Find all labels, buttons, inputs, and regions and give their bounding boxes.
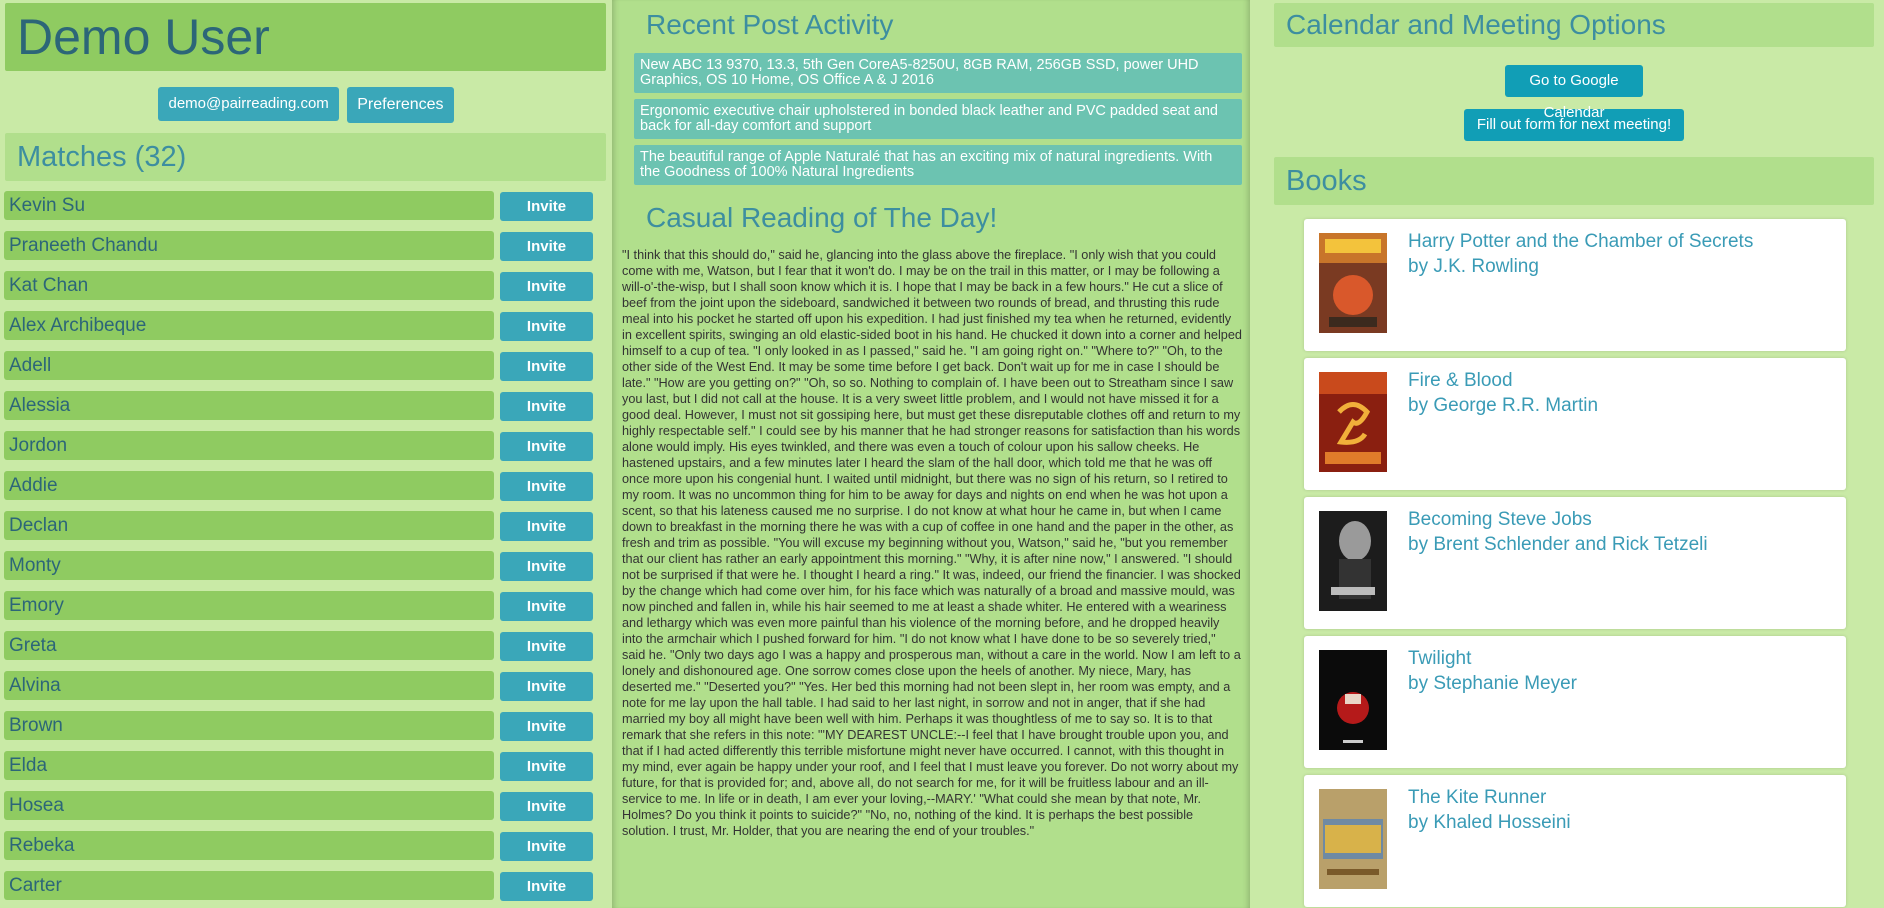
invite-button[interactable]: Invite [500,672,593,701]
match-name: Alvina [4,671,494,700]
book-title[interactable]: Harry Potter and the Chamber of Secrets [1408,231,1753,253]
preferences-button[interactable]: Preferences [347,87,454,123]
invite-button[interactable]: Invite [500,592,593,621]
invite-button[interactable]: Invite [500,352,593,381]
match-row: Brown Invite [4,709,612,749]
invite-button[interactable]: Invite [500,872,593,901]
book-title[interactable]: Fire & Blood [1408,370,1513,392]
match-row: Adell Invite [4,349,612,389]
reading-text: "I think that this should do," said he, … [622,248,1242,838]
book-cover-image [1319,511,1387,611]
book-title[interactable]: The Kite Runner [1408,787,1546,809]
match-name: Emory [4,591,494,620]
invite-button[interactable]: Invite [500,432,593,461]
invite-button[interactable]: Invite [500,752,593,781]
post-item[interactable]: The beautiful range of Apple Naturalé th… [634,145,1242,185]
book-author: by George R.R. Martin [1408,395,1599,416]
match-row: Carter Invite [4,869,612,908]
post-item[interactable]: New ABC 13 9370, 13.3, 5th Gen CoreA5-82… [634,53,1242,93]
book-card[interactable]: The Kite Runner by Khaled Hosseini [1304,775,1846,907]
match-name: Addie [4,471,494,500]
book-cover-image [1319,789,1387,889]
book-cover-image [1319,650,1387,750]
book-title[interactable]: Twilight [1408,648,1471,670]
invite-button[interactable]: Invite [500,392,593,421]
book-card[interactable]: Harry Potter and the Chamber of Secrets … [1304,219,1846,351]
match-row: Alessia Invite [4,389,612,429]
match-row: Rebeka Invite [4,829,612,869]
match-row: Jordon Invite [4,429,612,469]
match-name: Kevin Su [4,191,494,220]
match-row: Greta Invite [4,629,612,669]
match-name: Hosea [4,791,494,820]
match-name: Greta [4,631,494,660]
match-name: Adell [4,351,494,380]
match-name: Jordon [4,431,494,460]
match-row: Monty Invite [4,549,612,589]
book-author: by J.K. Rowling [1408,256,1539,277]
match-name: Alessia [4,391,494,420]
calendar-heading: Calendar and Meeting Options [1274,3,1874,47]
book-card[interactable]: Becoming Steve Jobs by Brent Schlender a… [1304,497,1846,629]
email-button[interactable]: demo@pairreading.com [158,87,339,121]
book-author: by Stephanie Meyer [1408,673,1577,694]
match-row: Hosea Invite [4,789,612,829]
book-cover-image [1319,233,1387,333]
invite-button[interactable]: Invite [500,472,593,501]
match-name: Alex Archibeque [4,311,494,340]
invite-button[interactable]: Invite [500,192,593,221]
book-card[interactable]: Twilight by Stephanie Meyer [1304,636,1846,768]
match-name: Elda [4,751,494,780]
match-name: Brown [4,711,494,740]
right-column: Calendar and Meeting Options Go to Googl… [1262,0,1884,908]
matches-list: Kevin Su Invite Praneeth Chandu Invite K… [0,189,612,908]
book-author: by Brent Schlender and Rick Tetzeli [1408,534,1708,555]
invite-button[interactable]: Invite [500,512,593,541]
match-name: Declan [4,511,494,540]
match-name: Praneeth Chandu [4,231,494,260]
match-name: Carter [4,871,494,900]
account-buttons: demo@pairreading.com Preferences [0,87,612,123]
book-card[interactable]: Fire & Blood by George R.R. Martin [1304,358,1846,490]
match-row: Addie Invite [4,469,612,509]
casual-reading-heading: Casual Reading of The Day! [634,193,1242,243]
match-name: Rebeka [4,831,494,860]
meeting-form-button[interactable]: Fill out form for next meeting! [1464,109,1684,141]
invite-button[interactable]: Invite [500,632,593,661]
match-row: Kevin Su Invite [4,189,612,229]
recent-activity-heading: Recent Post Activity [634,3,1242,47]
left-column: Demo User demo@pairreading.com Preferenc… [0,0,612,908]
books-heading: Books [1274,157,1874,205]
match-row: Alex Archibeque Invite [4,309,612,349]
invite-button[interactable]: Invite [500,232,593,261]
invite-button[interactable]: Invite [500,272,593,301]
invite-button[interactable]: Invite [500,792,593,821]
match-row: Elda Invite [4,749,612,789]
post-item[interactable]: Ergonomic executive chair upholstered in… [634,99,1242,139]
match-row: Declan Invite [4,509,612,549]
user-name-heading: Demo User [5,3,606,71]
match-row: Kat Chan Invite [4,269,612,309]
invite-button[interactable]: Invite [500,552,593,581]
match-row: Alvina Invite [4,669,612,709]
invite-button[interactable]: Invite [500,832,593,861]
middle-column[interactable]: Recent Post Activity New ABC 13 9370, 13… [612,0,1250,908]
book-title[interactable]: Becoming Steve Jobs [1408,509,1592,531]
match-row: Emory Invite [4,589,612,629]
invite-button[interactable]: Invite [500,312,593,341]
match-row: Praneeth Chandu Invite [4,229,612,269]
matches-heading: Matches (32) [5,133,606,181]
book-author: by Khaled Hosseini [1408,812,1571,833]
match-name: Monty [4,551,494,580]
book-cover-image [1319,372,1387,472]
invite-button[interactable]: Invite [500,712,593,741]
google-calendar-button[interactable]: Go to Google Calendar [1505,65,1643,121]
match-name: Kat Chan [4,271,494,300]
